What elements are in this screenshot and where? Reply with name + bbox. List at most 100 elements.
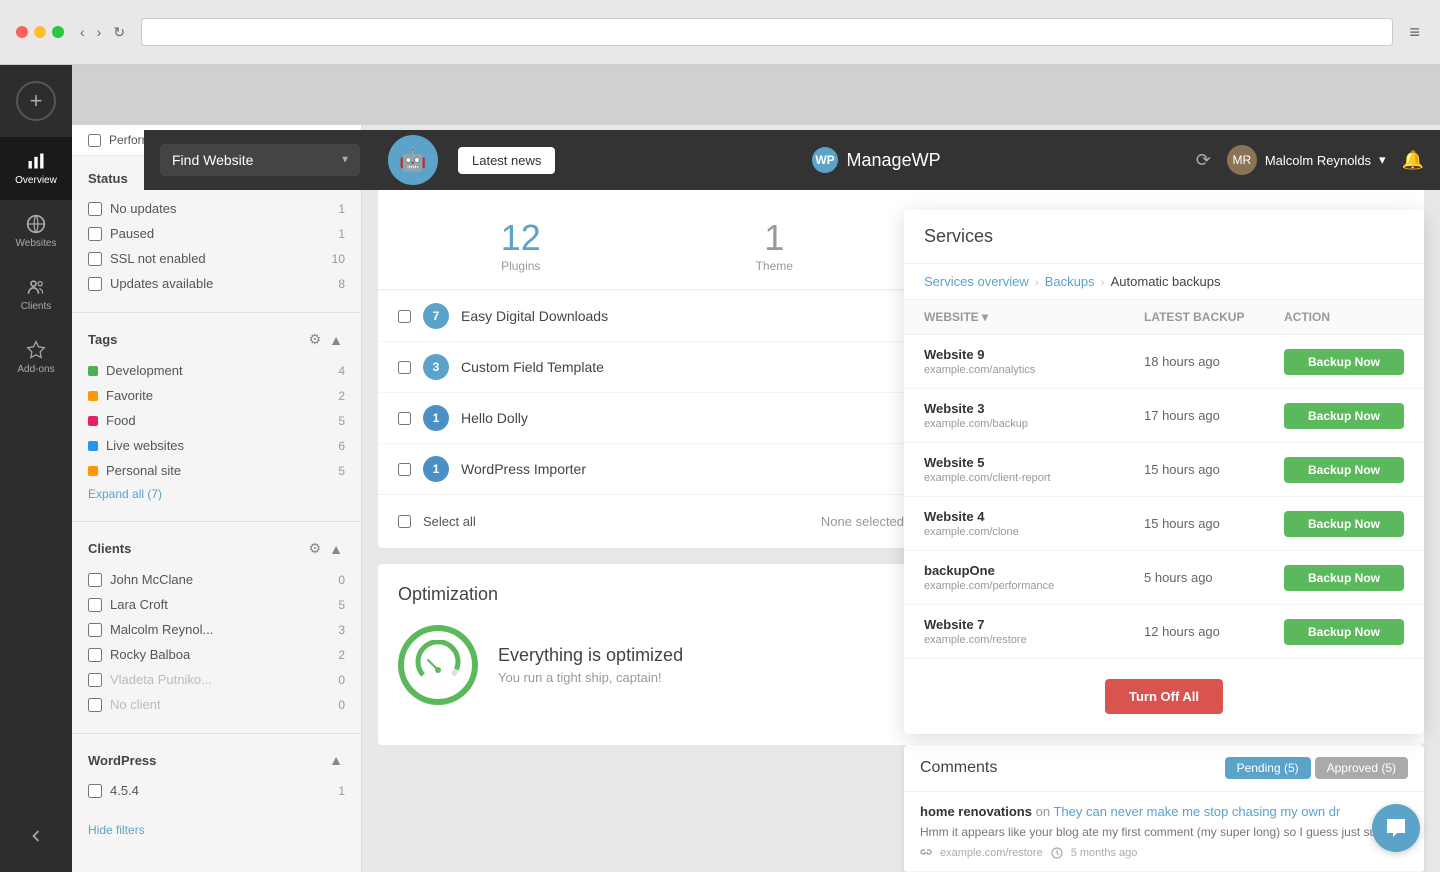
clients-collapse-button[interactable]: ▲ xyxy=(327,538,345,559)
sidebar-item-overview[interactable]: Overview xyxy=(0,137,72,200)
services-title: Services xyxy=(924,226,993,246)
no-updates-checkbox[interactable] xyxy=(88,202,102,216)
wp-importer-checkbox[interactable] xyxy=(398,463,411,476)
find-website-select[interactable]: Find Website xyxy=(160,144,360,176)
rocky-balboa-checkbox[interactable] xyxy=(88,648,102,662)
wordpress-version-checkbox[interactable] xyxy=(88,784,102,798)
hello-dolly-checkbox[interactable] xyxy=(398,412,411,425)
backup-now-website5[interactable]: Backup Now xyxy=(1284,457,1404,483)
backupone-name: backupOne xyxy=(924,563,1144,578)
client-lara-croft[interactable]: Lara Croft 5 xyxy=(88,592,345,617)
filter-item-no-updates[interactable]: No updates 1 xyxy=(88,196,345,221)
john-mcclane-checkbox[interactable] xyxy=(88,573,102,587)
select-all-checkbox[interactable] xyxy=(398,515,411,528)
updates-available-checkbox[interactable] xyxy=(88,277,102,291)
tag-item-food[interactable]: Food 5 xyxy=(88,408,345,433)
browser-refresh-button[interactable]: ↻ xyxy=(109,20,129,45)
backup-now-website7[interactable]: Backup Now xyxy=(1284,619,1404,645)
sidebar-item-websites[interactable]: Websites xyxy=(0,200,72,263)
backup-now-website9[interactable]: Backup Now xyxy=(1284,349,1404,375)
no-client-label: No client xyxy=(110,697,317,712)
clients-settings-button[interactable]: ⚙ xyxy=(307,538,324,559)
client-john-mcclane[interactable]: John McClane 0 xyxy=(88,567,345,592)
service-row-website7: Website 7 example.com/restore 12 hours a… xyxy=(904,605,1424,659)
ssl-label: SSL not enabled xyxy=(110,251,317,266)
cft-checkbox[interactable] xyxy=(398,361,411,374)
browser-dot-red xyxy=(16,26,28,38)
wordpress-version-item[interactable]: 4.5.4 1 xyxy=(88,778,345,803)
comment-url: example.com/restore xyxy=(940,847,1043,859)
plugins-stat: 12 Plugins xyxy=(398,217,644,273)
header-logo: WP ManageWP xyxy=(555,146,1195,174)
updates-available-count: 8 xyxy=(325,277,345,291)
hide-filters-button[interactable]: Hide filters xyxy=(72,815,161,845)
client-vladeta-putnikovic: Vladeta Putniko... 0 xyxy=(88,667,345,692)
action-column-header: Action xyxy=(1284,310,1404,324)
malcolm-reynolds-checkbox[interactable] xyxy=(88,623,102,637)
filter-item-updates-available[interactable]: Updates available 8 xyxy=(88,271,345,296)
sidebar-item-addons[interactable]: Add-ons xyxy=(0,326,72,389)
expand-all-button[interactable]: Expand all (7) xyxy=(88,483,162,505)
tag-item-live-websites[interactable]: Live websites 6 xyxy=(88,433,345,458)
latest-news-button[interactable]: Latest news xyxy=(458,147,555,174)
website9-time: 18 hours ago xyxy=(1144,354,1284,369)
website4-url: example.com/clone xyxy=(924,526,1144,538)
comment-post[interactable]: They can never make me stop chasing my o… xyxy=(1053,804,1340,819)
comment-footer: example.com/restore 5 months ago xyxy=(920,847,1408,859)
comment-time: 5 months ago xyxy=(1071,847,1138,859)
filter-item-paused[interactable]: Paused 1 xyxy=(88,221,345,246)
client-malcolm-reynolds[interactable]: Malcolm Reynol... 3 xyxy=(88,617,345,642)
browser-menu-button[interactable]: ≡ xyxy=(1405,18,1424,47)
chat-button[interactable] xyxy=(1372,804,1420,852)
backup-now-backupone[interactable]: Backup Now xyxy=(1284,565,1404,591)
clock-icon xyxy=(1051,847,1063,859)
header-refresh-button[interactable]: ⟳ xyxy=(1196,150,1211,171)
turn-off-all-button[interactable]: Turn Off All xyxy=(1105,679,1223,714)
tags-collapse-button[interactable]: ▲ xyxy=(327,329,345,350)
performance-checkbox[interactable] xyxy=(88,134,101,147)
website3-info: Website 3 example.com/backup xyxy=(924,401,1144,430)
backup-now-website3[interactable]: Backup Now xyxy=(1284,403,1404,429)
edd-checkbox[interactable] xyxy=(398,310,411,323)
paused-checkbox[interactable] xyxy=(88,227,102,241)
malcolm-reynolds-label: Malcolm Reynol... xyxy=(110,622,317,637)
wordpress-section-header: WordPress ▲ xyxy=(88,750,345,770)
notification-bell-button[interactable]: 🔔 xyxy=(1402,150,1424,171)
live-websites-count: 6 xyxy=(325,439,345,453)
paused-label: Paused xyxy=(110,226,317,241)
tag-item-favorite[interactable]: Favorite 2 xyxy=(88,383,345,408)
services-overview-link[interactable]: Services overview xyxy=(924,274,1029,289)
browser-url-bar[interactable] xyxy=(141,18,1393,46)
user-avatar: MR xyxy=(1227,145,1257,175)
vladeta-checkbox[interactable] xyxy=(88,673,102,687)
website-column-header[interactable]: Website ▾ xyxy=(924,310,1144,324)
john-mcclane-label: John McClane xyxy=(110,572,317,587)
service-row-website4: Website 4 example.com/clone 15 hours ago… xyxy=(904,497,1424,551)
website9-name: Website 9 xyxy=(924,347,1144,362)
sidebar-item-clients[interactable]: Clients xyxy=(0,263,72,326)
breadcrumb-current: Automatic backups xyxy=(1111,274,1221,289)
chat-icon xyxy=(1385,817,1407,839)
wordpress-collapse-button[interactable]: ▲ xyxy=(327,750,345,770)
pending-tab[interactable]: Pending (5) xyxy=(1225,757,1311,779)
browser-forward-button[interactable]: › xyxy=(93,20,106,45)
backups-link[interactable]: Backups xyxy=(1045,274,1095,289)
backup-now-website4[interactable]: Backup Now xyxy=(1284,511,1404,537)
no-client-checkbox[interactable] xyxy=(88,698,102,712)
filter-item-ssl[interactable]: SSL not enabled 10 xyxy=(88,246,345,271)
sidebar-addons-label: Add-ons xyxy=(17,364,54,375)
add-button[interactable]: + xyxy=(16,81,56,121)
browser-dots xyxy=(16,26,64,38)
tags-settings-button[interactable]: ⚙ xyxy=(307,329,324,350)
client-rocky-balboa[interactable]: Rocky Balboa 2 xyxy=(88,642,345,667)
tags-section-title: Tags xyxy=(88,332,117,347)
tag-item-personal-site[interactable]: Personal site 5 xyxy=(88,458,345,483)
sidebar-hide-filters[interactable] xyxy=(22,812,50,860)
lara-croft-checkbox[interactable] xyxy=(88,598,102,612)
browser-back-button[interactable]: ‹ xyxy=(76,20,89,45)
tag-item-development[interactable]: Development 4 xyxy=(88,358,345,383)
approved-tab[interactable]: Approved (5) xyxy=(1315,757,1408,779)
header-user[interactable]: MR Malcolm Reynolds ▾ xyxy=(1227,145,1386,175)
plugins-label: Plugins xyxy=(398,259,644,273)
ssl-checkbox[interactable] xyxy=(88,252,102,266)
